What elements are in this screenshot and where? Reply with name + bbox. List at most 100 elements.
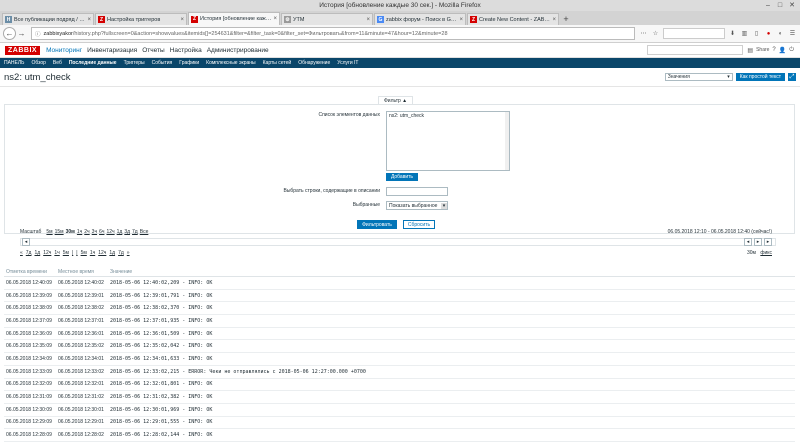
nav-forward-link[interactable]: 12ч bbox=[98, 250, 106, 256]
nav-forward-link[interactable]: | bbox=[76, 250, 77, 256]
global-search-input[interactable] bbox=[647, 45, 744, 55]
forward-button[interactable]: → bbox=[16, 28, 27, 39]
browser-tab[interactable]: Z Настройка триггеров × bbox=[95, 13, 187, 25]
addon-icon[interactable]: ● bbox=[764, 29, 773, 38]
back-button[interactable]: ← bbox=[3, 27, 16, 40]
zoom-link[interactable]: Все bbox=[140, 229, 149, 235]
share-icon[interactable]: ▤ bbox=[747, 47, 753, 54]
nav-forward-link[interactable]: » bbox=[127, 250, 130, 256]
new-tab-icon[interactable]: + bbox=[560, 13, 572, 25]
close-tab-icon[interactable]: × bbox=[273, 16, 277, 22]
apply-filter-button[interactable]: Фильтровать bbox=[357, 220, 397, 229]
browser-tab[interactable]: G zabbix форум - Поиск в Goo... × bbox=[374, 13, 466, 25]
close-tab-icon[interactable]: × bbox=[366, 17, 370, 23]
search-field[interactable] bbox=[663, 28, 725, 39]
nav-forward-link[interactable]: 1д bbox=[109, 250, 115, 256]
submenu-item[interactable]: Услуги IT bbox=[337, 60, 358, 66]
help-icon[interactable]: ? bbox=[772, 47, 775, 54]
sidebar-icon[interactable]: ▯ bbox=[752, 29, 761, 38]
zoom-link[interactable]: 12ч bbox=[106, 229, 114, 235]
submenu-item[interactable]: Обнаружение bbox=[298, 60, 330, 66]
maximize-icon[interactable]: □ bbox=[776, 1, 784, 9]
zoom-link[interactable]: 1ч bbox=[77, 229, 82, 235]
bookmark-icon[interactable]: ☆ bbox=[651, 29, 660, 38]
time-slider[interactable] bbox=[20, 238, 776, 246]
tab-bar: H Все публикации подряд / Ha... × Z Настр… bbox=[0, 11, 800, 25]
zoom-link[interactable]: 6ч bbox=[99, 229, 104, 235]
menu-item[interactable]: Администрирование bbox=[207, 47, 269, 54]
table-header: Отметка времени Местное время Значение bbox=[4, 267, 795, 277]
nav-back-link[interactable]: 1ч bbox=[54, 250, 59, 256]
nav-forward-link[interactable]: 5м bbox=[81, 250, 87, 256]
cell-timestamp: 06.05.2018 12:33:09 bbox=[6, 368, 52, 375]
items-list[interactable]: ns2: utm_check bbox=[386, 111, 510, 171]
menu-item[interactable]: Инвентаризация bbox=[87, 47, 137, 54]
submenu-item[interactable]: Комплексные экраны bbox=[206, 60, 255, 66]
plain-text-button[interactable]: Как простой текст bbox=[735, 73, 785, 81]
selected-select[interactable]: Показать выбранное ▾ bbox=[386, 201, 448, 210]
menu-item[interactable]: Мониторинг bbox=[46, 47, 82, 54]
nav-back-link[interactable]: « bbox=[20, 250, 23, 256]
zabbix-logo[interactable]: ZABBIX bbox=[5, 45, 41, 55]
submenu-item[interactable]: Веб bbox=[53, 60, 62, 66]
url-bar[interactable]: ⓘ zabbixyakor/history.php?fullscreen=0&a… bbox=[31, 27, 635, 40]
submenu-item[interactable]: События bbox=[152, 60, 173, 66]
browser-tab[interactable]: Z Create New Content - ZABBIX... × bbox=[467, 13, 559, 25]
slider-mid-icon[interactable]: ▸ bbox=[754, 238, 762, 246]
menu-item[interactable]: Отчеты bbox=[142, 47, 164, 54]
nav-back-link[interactable]: | bbox=[72, 250, 73, 256]
submenu-item[interactable]: Обзор bbox=[31, 60, 45, 66]
logout-icon[interactable]: ⏻ bbox=[789, 47, 794, 54]
nav-back-link[interactable]: 7д bbox=[26, 250, 32, 256]
browser-tab[interactable]: H Все публикации подряд / Ha... × bbox=[2, 13, 94, 25]
close-tab-icon[interactable]: × bbox=[552, 17, 556, 23]
menu-icon[interactable]: ☰ bbox=[788, 29, 797, 38]
reset-filter-button[interactable]: Сбросить bbox=[403, 220, 435, 229]
tab-favicon-icon: Z bbox=[470, 16, 477, 23]
close-tab-icon[interactable]: × bbox=[459, 17, 463, 23]
slider-right-icon[interactable]: ▸ bbox=[764, 238, 772, 246]
add-button[interactable]: Добавить bbox=[386, 173, 418, 181]
browser-tab[interactable]: Z История [обновление кажд... × bbox=[188, 12, 280, 25]
library-icon[interactable]: ▥ bbox=[740, 29, 749, 38]
slider-start-icon[interactable]: ◂ bbox=[744, 238, 752, 246]
submenu-item[interactable]: Триггеры bbox=[124, 60, 145, 66]
submenu-item[interactable]: ПАНЕЛЬ bbox=[4, 60, 24, 66]
zoom-link[interactable]: 3ч bbox=[92, 229, 97, 235]
fullscreen-icon[interactable]: ⤢ bbox=[788, 73, 796, 81]
more-icon[interactable]: ⋯ bbox=[639, 29, 648, 38]
download-icon[interactable]: ⬇ bbox=[728, 29, 737, 38]
close-tab-icon[interactable]: × bbox=[180, 17, 184, 23]
close-tab-icon[interactable]: × bbox=[87, 17, 91, 23]
nav-back-link[interactable]: 1д bbox=[34, 250, 40, 256]
submenu-item[interactable]: Карты сетей bbox=[263, 60, 292, 66]
fixed-link[interactable]: фикс bbox=[760, 250, 772, 256]
items-list-value[interactable]: ns2: utm_check bbox=[389, 113, 424, 119]
nav-back-link[interactable]: 12ч bbox=[43, 250, 51, 256]
zoom-link[interactable]: 30м bbox=[66, 229, 75, 235]
cell-value: 2018-05-06 12:28:02,144 - INFO: OK bbox=[110, 432, 213, 439]
scrollbar[interactable] bbox=[505, 112, 509, 170]
zoom-link[interactable]: 3д bbox=[124, 229, 130, 235]
user-icon[interactable]: 👤 bbox=[779, 47, 786, 54]
nav-forward-link[interactable]: 1ч bbox=[90, 250, 95, 256]
submenu-item[interactable]: Графики bbox=[179, 60, 199, 66]
zoom-link[interactable]: 5м bbox=[46, 229, 52, 235]
minimize-icon[interactable]: – bbox=[764, 1, 772, 9]
zoom-link[interactable]: 1д bbox=[117, 229, 123, 235]
zoom-link[interactable]: 15м bbox=[55, 229, 64, 235]
submenu-item[interactable]: Последние данные bbox=[69, 60, 117, 66]
zoom-link[interactable]: 2ч bbox=[84, 229, 89, 235]
slider-left-icon[interactable]: ◂ bbox=[22, 238, 30, 246]
zoom-link[interactable]: 7д bbox=[132, 229, 138, 235]
nav-back-link[interactable]: 5м bbox=[63, 250, 69, 256]
nav-forward-link[interactable]: 7д bbox=[118, 250, 124, 256]
extension-icon[interactable]: ◐ bbox=[776, 29, 785, 38]
browser-tab[interactable]: ⚙ УТМ × bbox=[281, 13, 373, 25]
view-select[interactable]: Значения ▾ bbox=[664, 73, 733, 81]
tab-label: Все публикации подряд / Ha... bbox=[14, 16, 86, 23]
close-icon[interactable]: ✕ bbox=[788, 1, 796, 9]
menu-item[interactable]: Настройка bbox=[170, 47, 202, 54]
description-input[interactable] bbox=[386, 187, 448, 196]
share-label[interactable]: Share bbox=[756, 47, 769, 54]
